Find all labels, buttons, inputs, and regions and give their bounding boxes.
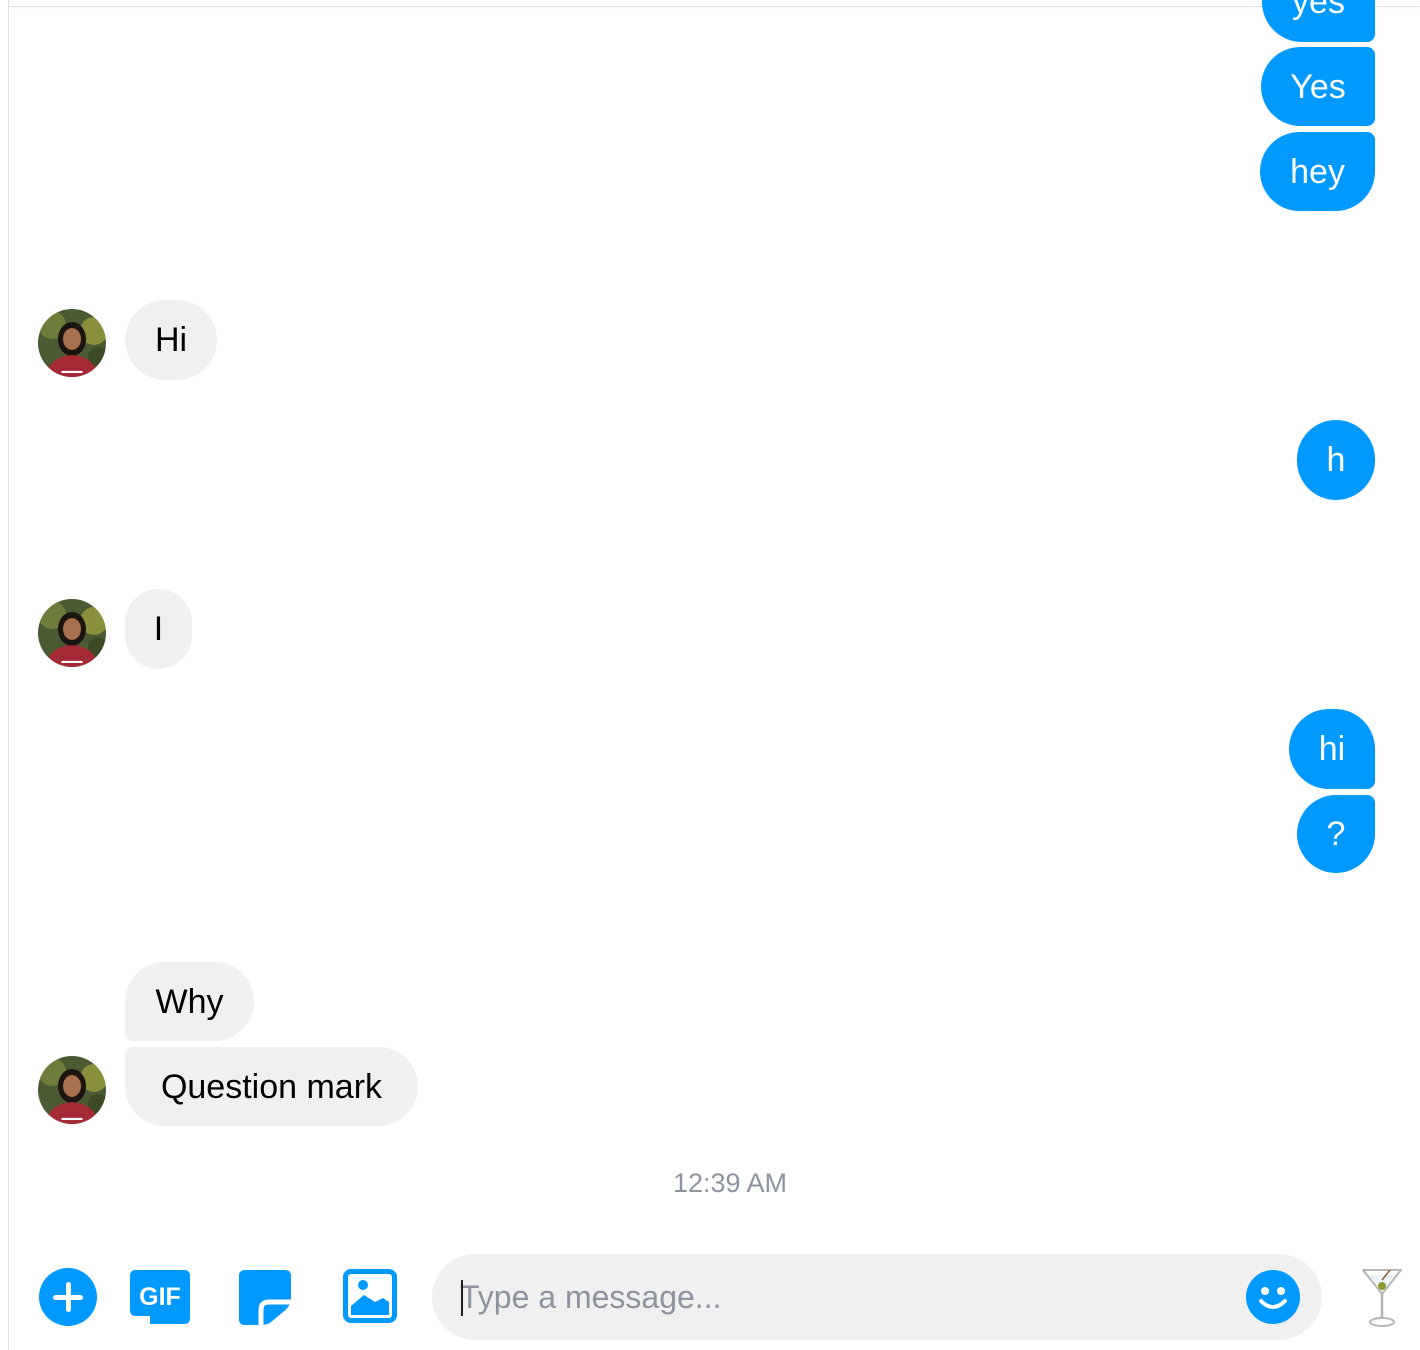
message-bubble-outgoing[interactable]: ? [1297, 795, 1375, 873]
martini-icon[interactable] [1360, 1266, 1404, 1328]
message-text: yes [1292, 0, 1345, 21]
photo-icon[interactable] [342, 1268, 398, 1324]
top-divider [9, 6, 1420, 7]
message-text: h [1326, 441, 1346, 479]
message-timestamp: 12:39 AM [672, 1168, 788, 1198]
gif-icon[interactable]: GIF [128, 1268, 192, 1326]
messenger-chat-window: yes Yes hey ▬▬▬ Hi h ▬▬▬ I hi ? Why ▬▬▬ … [0, 0, 1420, 1350]
contact-avatar[interactable]: ▬▬▬ [38, 599, 106, 667]
message-bubble-incoming[interactable]: Why [125, 962, 254, 1041]
message-text: Question mark [160, 1067, 383, 1106]
plus-icon[interactable] [39, 1268, 97, 1326]
message-text: Hi [154, 321, 188, 359]
sticker-icon[interactable] [237, 1268, 293, 1326]
left-divider [8, 0, 9, 1350]
message-text: ? [1326, 815, 1346, 853]
message-bubble-outgoing[interactable]: yes [1262, 0, 1375, 42]
svg-text:▬▬▬: ▬▬▬ [62, 367, 83, 375]
message-text: I [153, 610, 164, 648]
message-bubble-incoming[interactable]: I [125, 589, 192, 669]
contact-avatar[interactable]: ▬▬▬ [38, 1056, 106, 1124]
message-bubble-incoming[interactable]: Question mark [125, 1047, 418, 1126]
message-text: hey [1290, 152, 1345, 191]
message-bubble-outgoing[interactable]: Yes [1261, 47, 1375, 126]
message-text: hi [1318, 730, 1346, 768]
message-text: Why [155, 982, 224, 1021]
gif-label: GIF [139, 1283, 181, 1311]
message-bubble-outgoing[interactable]: hi [1289, 709, 1375, 789]
message-input[interactable] [460, 1254, 1240, 1340]
message-text: Yes [1290, 67, 1346, 106]
message-bubble-incoming[interactable]: Hi [125, 300, 217, 380]
svg-text:▬▬▬: ▬▬▬ [62, 1114, 83, 1122]
message-input-container[interactable] [432, 1254, 1322, 1340]
emoji-icon[interactable] [1246, 1270, 1300, 1324]
message-bubble-outgoing[interactable]: h [1297, 420, 1375, 500]
contact-avatar[interactable]: ▬▬▬ [38, 309, 106, 377]
message-bubble-outgoing[interactable]: hey [1260, 132, 1375, 211]
svg-text:▬▬▬: ▬▬▬ [62, 657, 83, 665]
text-cursor [461, 1280, 463, 1316]
